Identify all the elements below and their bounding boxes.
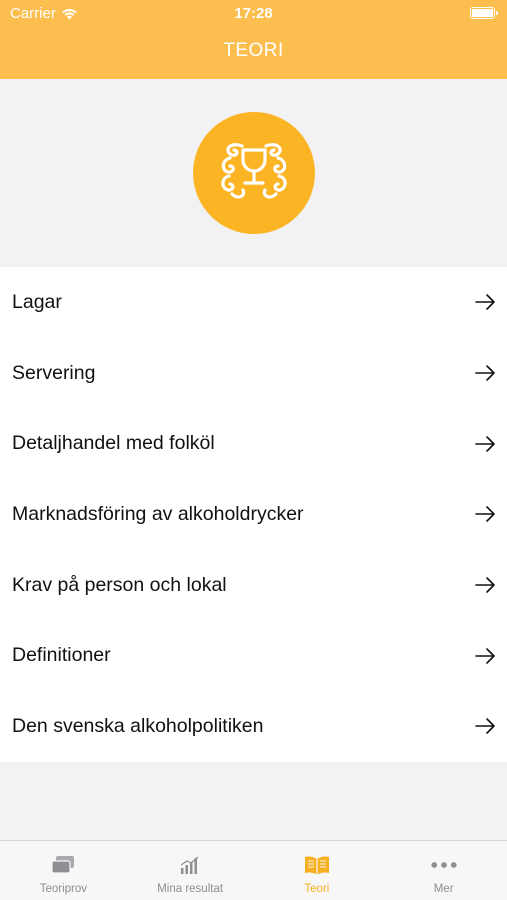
page-title: TEORI — [223, 40, 284, 61]
status-bar: Carrier 17:28 — [0, 0, 507, 28]
tab-teoriprov[interactable]: Teoriprov — [0, 841, 127, 900]
list-item-alkoholpolitiken[interactable]: Den svenska alkoholpolitiken — [0, 691, 507, 762]
tab-label: Mina resultat — [157, 883, 224, 895]
list-item-definitioner[interactable]: Definitioner — [0, 620, 507, 691]
list-item-label: Definitioner — [12, 644, 111, 667]
list-item-label: Servering — [12, 361, 96, 384]
bar-chart-icon — [177, 853, 203, 877]
arrow-right-icon — [475, 718, 495, 735]
list-item-label: Lagar — [12, 290, 62, 313]
wine-glass-ornament-icon — [193, 112, 315, 234]
tab-mina-resultat[interactable]: Mina resultat — [127, 841, 254, 900]
hero-section — [0, 79, 507, 267]
arrow-right-icon — [475, 435, 495, 452]
battery-icon — [470, 7, 498, 19]
tab-label: Teoriprov — [39, 883, 88, 895]
theory-list: Lagar Servering Detaljhandel med folköl … — [0, 267, 507, 762]
tab-mer[interactable]: Mer — [380, 841, 507, 900]
arrow-right-icon — [475, 647, 495, 664]
tab-teori[interactable]: Teori — [254, 841, 381, 900]
list-item-label: Krav på person och lokal — [12, 573, 227, 596]
arrow-right-icon — [475, 506, 495, 523]
list-item-marknadsforing[interactable]: Marknadsföring av alkoholdrycker — [0, 479, 507, 550]
list-item-krav[interactable]: Krav på person och lokal — [0, 550, 507, 621]
list-item-label: Den svenska alkoholpolitiken — [12, 714, 264, 737]
arrow-right-icon — [475, 577, 495, 593]
arrow-right-icon — [475, 294, 495, 311]
list-item-detaljhandel[interactable]: Detaljhandel med folköl — [0, 408, 507, 479]
tab-label: Mer — [433, 883, 454, 895]
more-dots-icon — [431, 853, 457, 877]
tab-bar: Teoriprov Mina resultat Teori Mer — [0, 840, 507, 900]
status-time: 17:28 — [234, 5, 273, 22]
arrow-right-icon — [475, 365, 495, 381]
book-icon — [304, 853, 330, 877]
list-item-label: Marknadsföring av alkoholdrycker — [12, 502, 304, 525]
header-bar: Carrier 17:28 TEORI — [0, 0, 507, 79]
list-item-servering[interactable]: Servering — [0, 338, 507, 409]
list-item-label: Detaljhandel med folköl — [12, 432, 215, 455]
cards-icon — [50, 853, 76, 877]
list-item-lagar[interactable]: Lagar — [0, 267, 507, 338]
tab-label: Teori — [304, 883, 330, 895]
